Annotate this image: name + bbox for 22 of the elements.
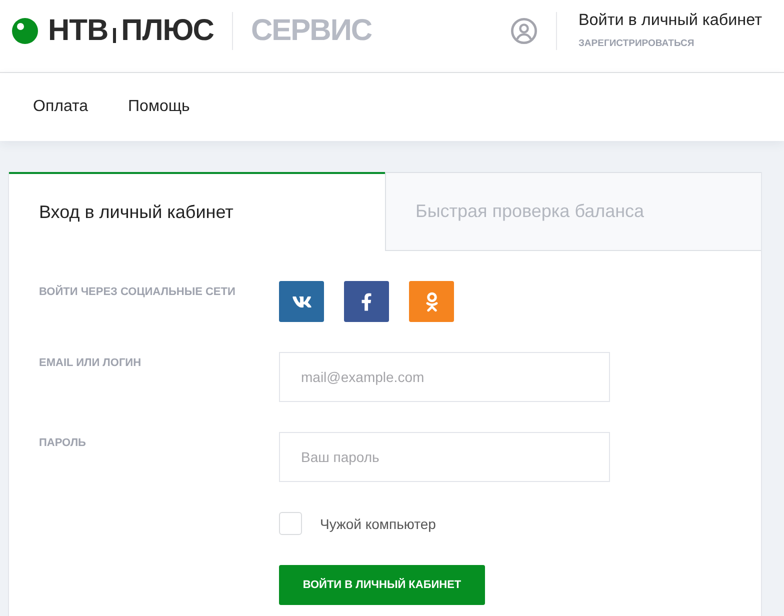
field-label: EMAIL ИЛИ ЛОГИН xyxy=(39,356,142,369)
logo-dot-icon xyxy=(12,18,38,44)
email-field[interactable]: mail@example.com xyxy=(279,352,610,402)
login-link[interactable]: Войти в личный кабинет xyxy=(578,11,762,30)
user-icon[interactable] xyxy=(511,18,538,44)
checkbox-label: Чужой компьютер xyxy=(320,516,436,532)
login-button[interactable]: ВОЙТИ В ЛИЧНЫЙ КАБИНЕТ xyxy=(279,565,485,605)
odnoklassniki-logo-icon xyxy=(426,292,438,312)
vk-button[interactable] xyxy=(279,281,324,322)
field-label: ПАРОЛЬ xyxy=(39,436,87,449)
service-title: СЕРВИС xyxy=(250,16,372,46)
facebook-logo-icon xyxy=(361,292,372,312)
facebook-button[interactable] xyxy=(344,281,389,322)
nav-link[interactable]: Оплата xyxy=(33,98,88,116)
password-field[interactable]: Ваш пароль xyxy=(279,432,610,482)
logo-bar-icon xyxy=(113,28,116,43)
checkbox[interactable] xyxy=(279,512,302,535)
field-label: ВОЙТИ ЧЕРЕЗ СОЦИАЛЬНЫЕ СЕТИ xyxy=(39,284,236,298)
brand-name: НТВ xyxy=(48,16,108,46)
brand-name: ПЛЮС xyxy=(121,16,214,46)
nav-link[interactable]: Помощь xyxy=(128,98,190,116)
odnoklassniki-button[interactable] xyxy=(409,281,454,322)
